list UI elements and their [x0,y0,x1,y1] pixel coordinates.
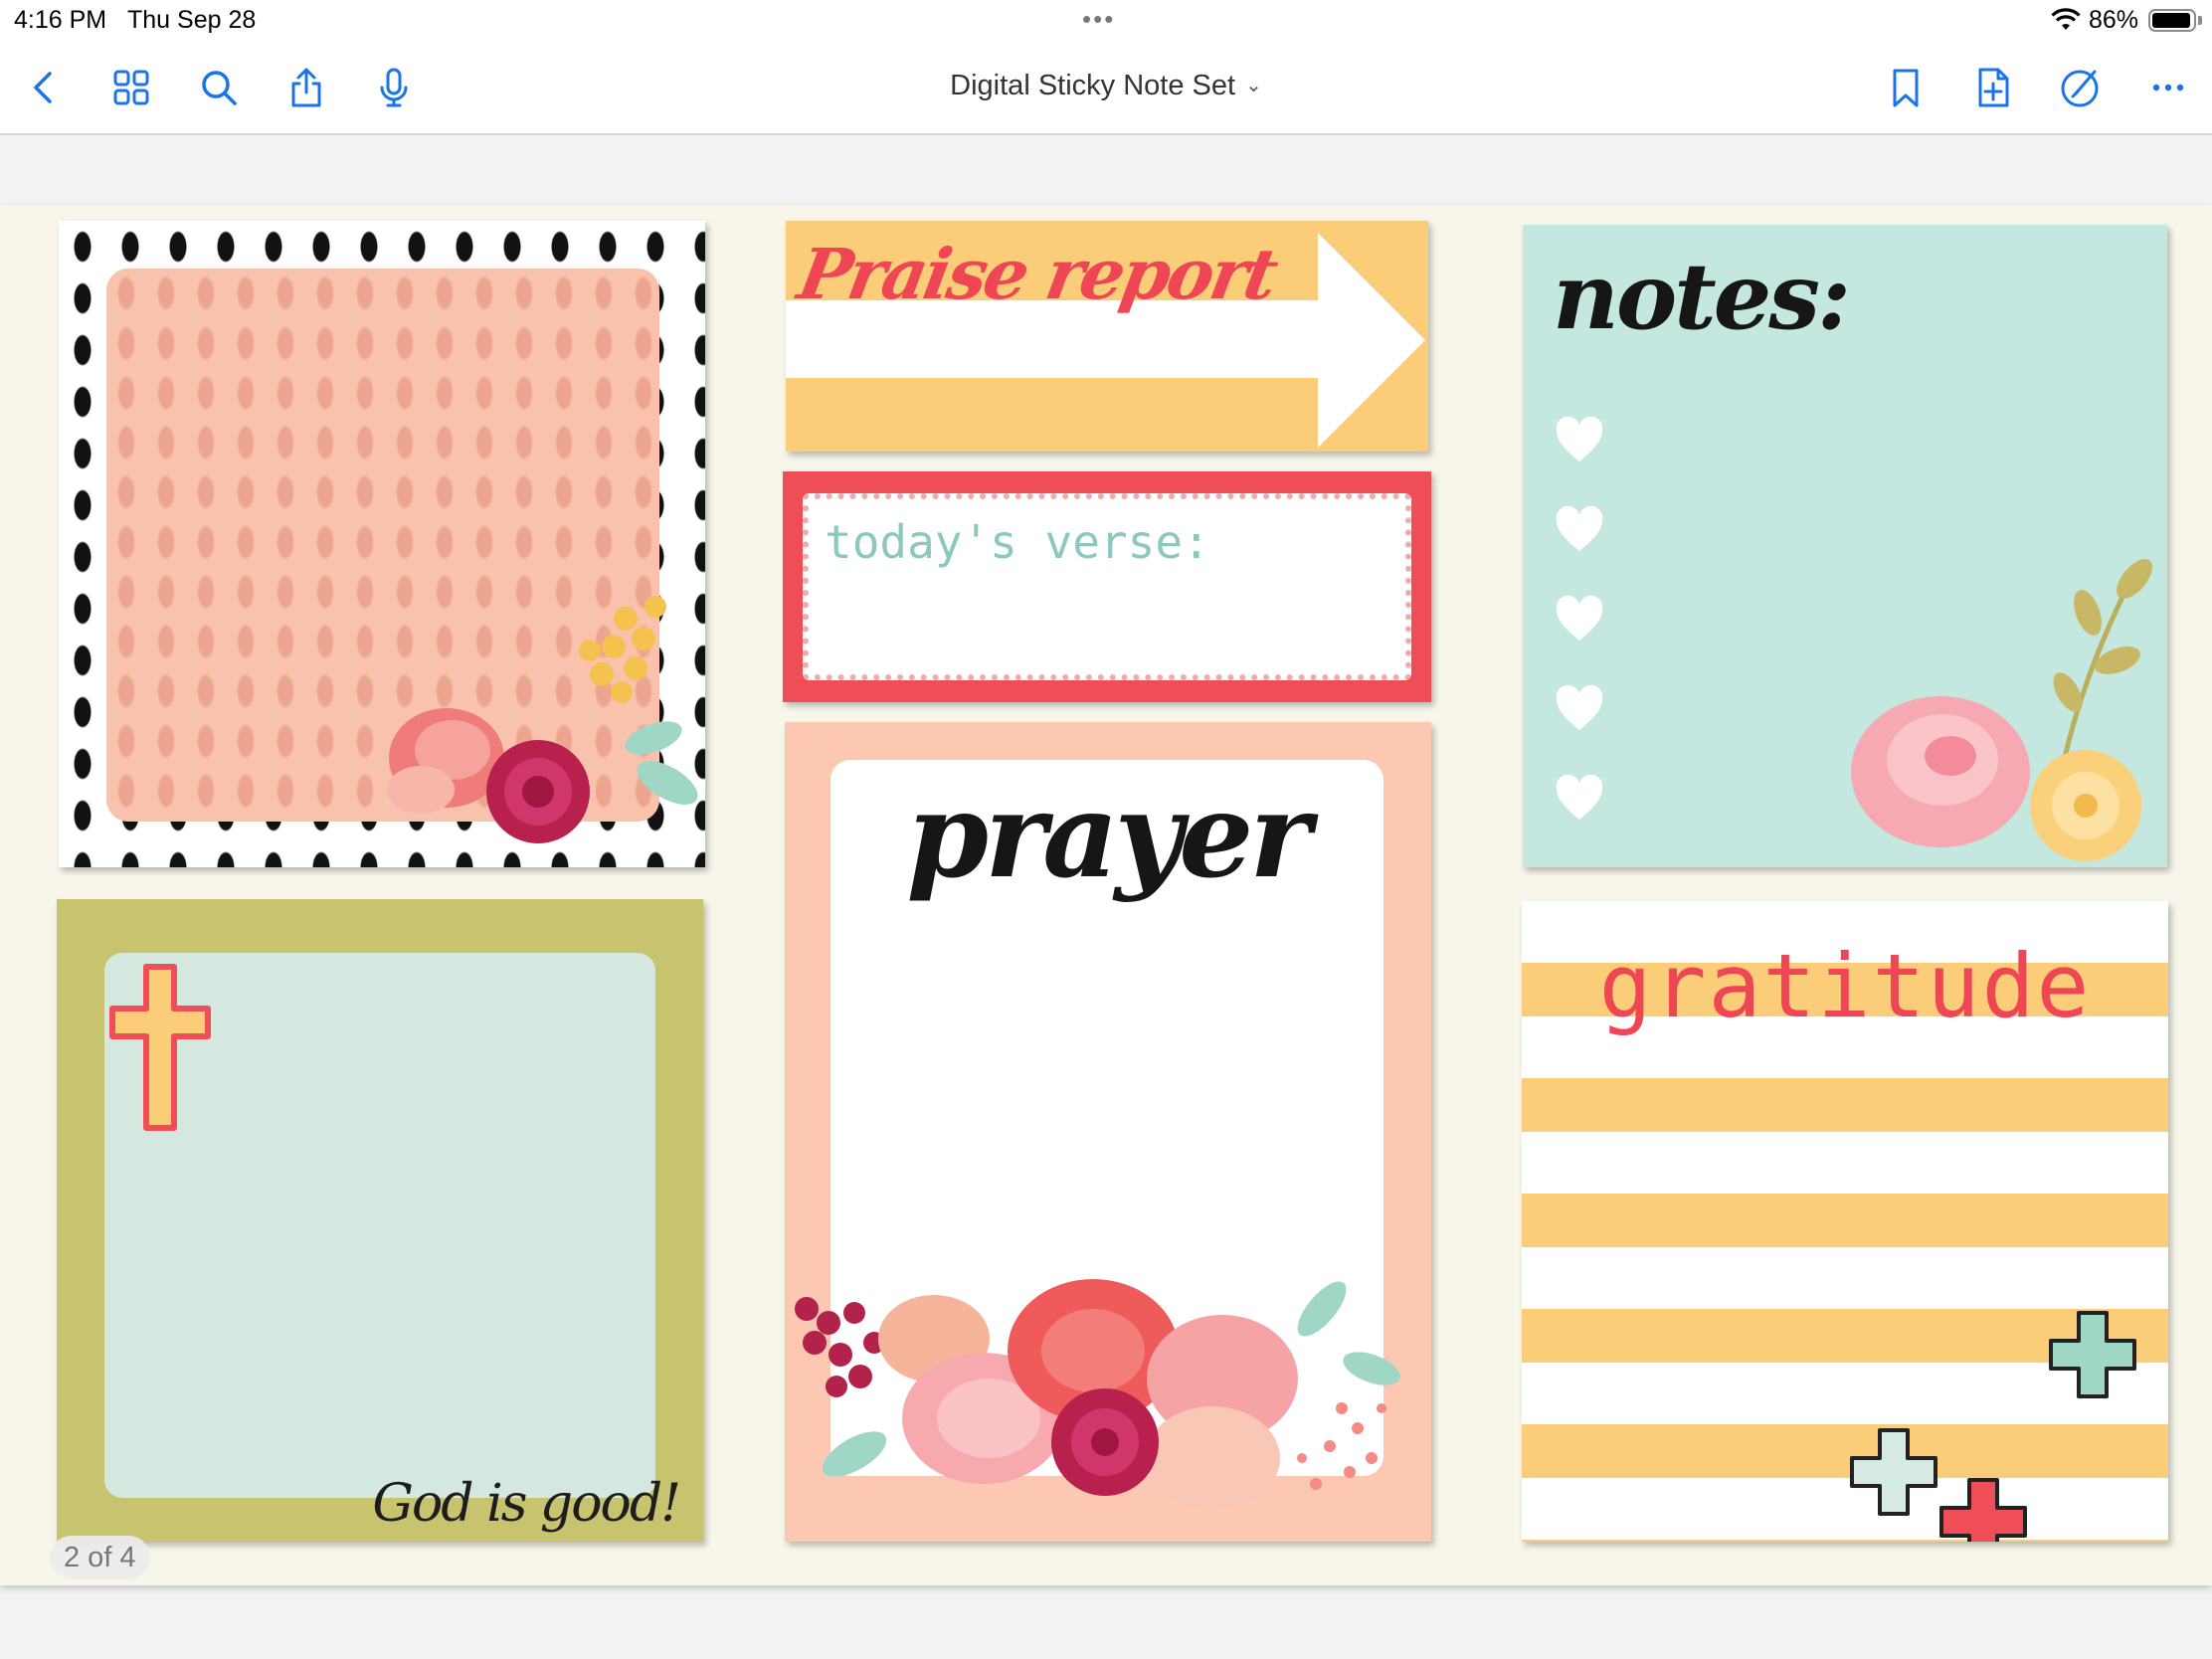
heart-icon [1556,505,1603,551]
document-title-text: Digital Sticky Note Set [950,70,1236,101]
markup-icon[interactable] [2057,64,2105,111]
toolbar: Digital Sticky Note Set ⌄ [0,40,2212,135]
cross-sticky-note[interactable]: God is good! [57,899,703,1542]
wifi-icon [2051,8,2081,30]
bookmark-icon[interactable] [1882,64,1930,111]
more-icon[interactable] [2144,64,2192,111]
praise-report-title: Praise report [792,233,1282,315]
heart-icon [1556,595,1603,641]
status-bar: 4:16 PM Thu Sep 28 ••• 86% [0,0,2212,40]
verse-writing-area[interactable]: today's verse: [803,493,1411,680]
notes-sticky-note[interactable]: notes: [1523,225,2167,867]
status-time: 4:16 PM [14,6,107,34]
notes-title: notes: [1553,243,1851,350]
arrow-head [1318,233,1425,448]
chevron-down-icon: ⌄ [1245,75,1262,96]
gratitude-title: gratitude [1598,935,2092,1037]
gratitude-sticky-note[interactable]: gratitude [1522,901,2168,1542]
prayer-title: prayer [906,766,1312,904]
praise-report-sticky-note[interactable]: Praise report [786,221,1428,452]
document-title[interactable]: Digital Sticky Note Set ⌄ [0,70,2212,102]
dotted-sticky-note[interactable] [59,221,705,867]
battery-level [2152,13,2190,28]
flower-garland-icon [795,1279,1400,1510]
heart-icon [1556,416,1603,461]
god-is-good-caption: God is good! [372,1474,681,1534]
battery-icon [2148,9,2196,32]
plus-cross-icon [2049,1311,2136,1398]
battery-nub [2198,16,2202,25]
plus-cross-icon [1939,1478,2027,1542]
flower-bouquet-icon [387,596,698,843]
prayer-sticky-note[interactable]: prayer [785,722,1431,1542]
heart-icon [1556,774,1603,820]
rose-and-leaves-icon [1851,559,2152,861]
heart-icon [1556,684,1603,730]
status-date: Thu Sep 28 [127,6,257,34]
document-page[interactable]: Praise report today's verse: prayer note… [0,205,2212,1585]
todays-verse-sticky-note[interactable]: today's verse: [783,471,1431,702]
page-indicator: 2 of 4 [50,1536,150,1579]
multitasking-dots-icon[interactable]: ••• [1082,4,1115,35]
plus-cross-icon [1850,1428,1937,1516]
battery-percent: 86% [2089,6,2139,34]
todays-verse-title: today's verse: [825,515,1210,569]
cross-icon [109,964,211,1131]
add-page-icon[interactable] [1969,64,2017,111]
